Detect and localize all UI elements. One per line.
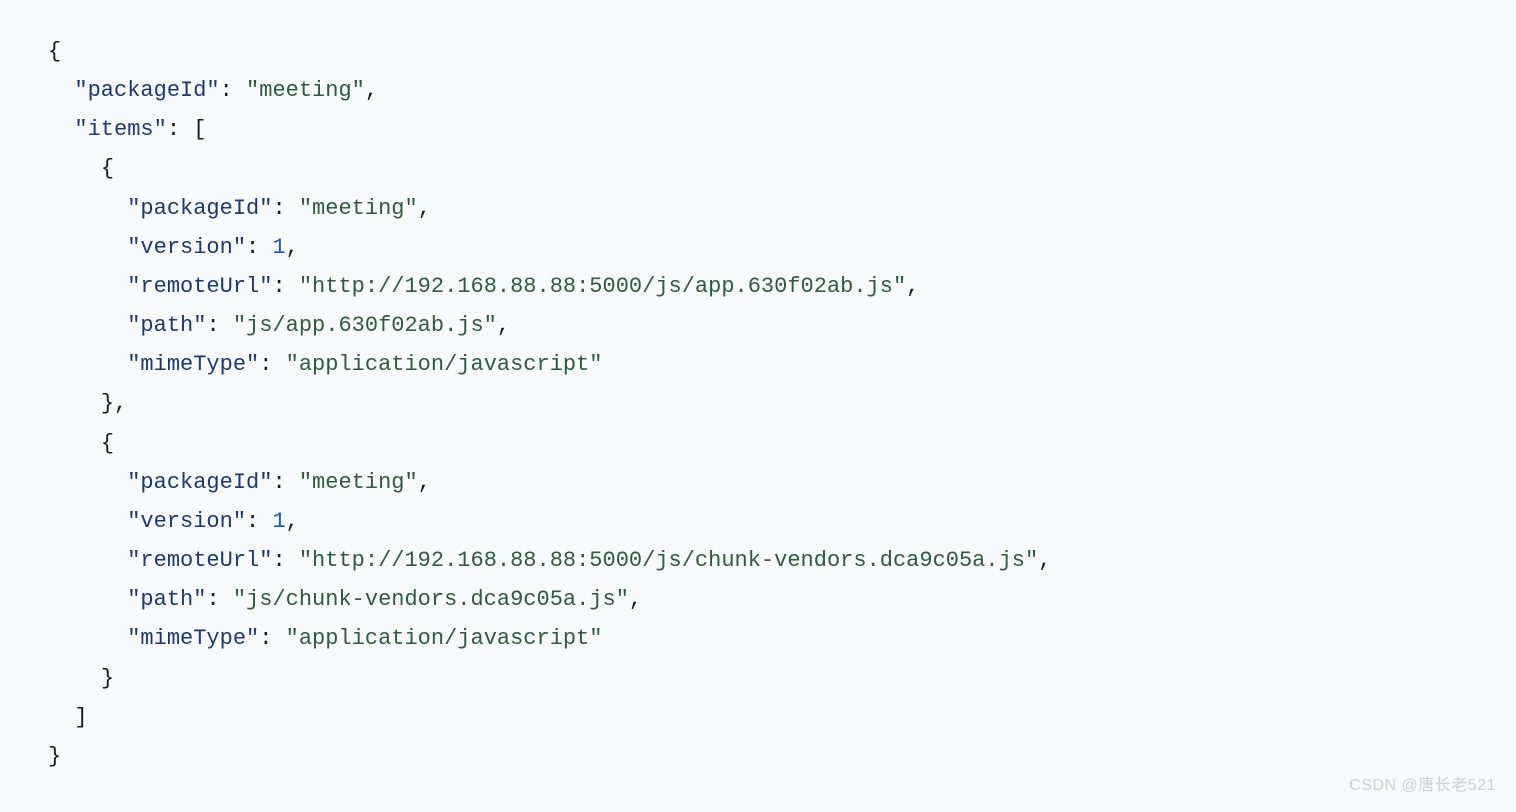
- brace-close: }: [101, 666, 114, 691]
- json-key: "version": [127, 235, 246, 260]
- json-key: "packageId": [74, 78, 219, 103]
- json-string: "js/chunk-vendors.dca9c05a.js": [233, 587, 629, 612]
- brace-close: }: [48, 744, 61, 769]
- json-string: "http://192.168.88.88:5000/js/chunk-vend…: [299, 548, 1038, 573]
- bracket-close: ]: [74, 705, 87, 730]
- json-key: "remoteUrl": [127, 548, 272, 573]
- brace-open: {: [101, 156, 114, 181]
- brace-open: {: [101, 431, 114, 456]
- json-string: "meeting": [246, 78, 365, 103]
- json-string: "meeting": [299, 196, 418, 221]
- json-number: 1: [272, 235, 285, 260]
- json-string: "application/javascript": [286, 626, 603, 651]
- json-key: "items": [74, 117, 166, 142]
- json-code-block: { "packageId": "meeting", "items": [ { "…: [48, 32, 1468, 776]
- json-string: "http://192.168.88.88:5000/js/app.630f02…: [299, 274, 906, 299]
- json-string: "js/app.630f02ab.js": [233, 313, 497, 338]
- json-key: "packageId": [127, 470, 272, 495]
- json-key: "remoteUrl": [127, 274, 272, 299]
- json-string: "application/javascript": [286, 352, 603, 377]
- watermark-text: CSDN @唐长老521: [1349, 772, 1496, 800]
- json-key: "mimeType": [127, 352, 259, 377]
- brace-open: {: [48, 39, 61, 64]
- json-key: "packageId": [127, 196, 272, 221]
- json-string: "meeting": [299, 470, 418, 495]
- json-key: "path": [127, 587, 206, 612]
- brace-close: },: [101, 391, 127, 416]
- json-key: "version": [127, 509, 246, 534]
- json-key: "mimeType": [127, 626, 259, 651]
- json-key: "path": [127, 313, 206, 338]
- json-number: 1: [272, 509, 285, 534]
